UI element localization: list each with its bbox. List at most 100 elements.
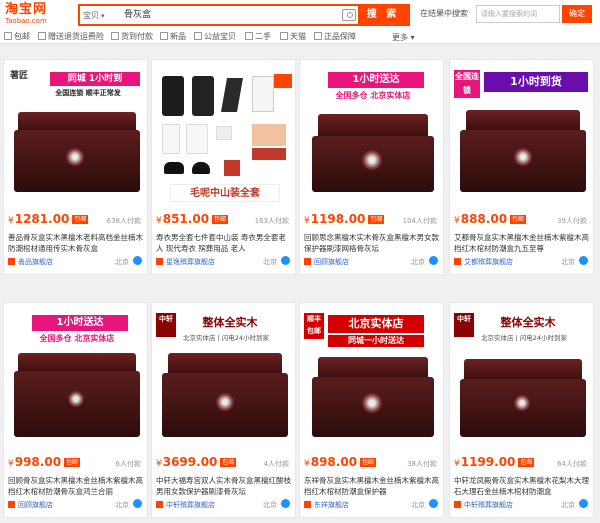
in-results-label: 在结果中搜索	[420, 9, 468, 18]
product-banner: 整体全实木	[202, 316, 258, 329]
camera-icon[interactable]	[342, 9, 356, 21]
filter-charity[interactable]: 公益宝贝	[194, 32, 236, 42]
wangwang-chat-icon[interactable]	[281, 256, 290, 265]
filter-tmall[interactable]: 天猫	[280, 32, 306, 42]
product-image[interactable]: 毛呢中山装全套	[156, 70, 293, 207]
wangwang-chat-icon[interactable]	[133, 256, 142, 265]
location: 北京	[115, 258, 129, 266]
shop-link[interactable]: 中轩殡葬旗舰店	[156, 500, 215, 510]
wangwang-chat-icon[interactable]	[579, 256, 588, 265]
product-corner-tag: 著匠	[8, 70, 30, 100]
product-image[interactable]: 顺丰包邮 北京实体店 同城一小时送达	[304, 313, 441, 450]
search-button[interactable]: 搜 索	[358, 6, 408, 24]
product-card[interactable]: 中轩 整体全实木 北京实体店 | 闪电24小时到家 ¥3699.00 包邮 4人付…	[151, 302, 296, 518]
filter-genuine[interactable]: 正品保障	[314, 32, 356, 42]
shop-icon	[304, 258, 311, 265]
shop-icon	[454, 501, 461, 508]
shop-link[interactable]: 中轩殡葬旗舰店	[454, 500, 513, 510]
filter-cod[interactable]: 货到付款	[111, 32, 153, 42]
wangwang-chat-icon[interactable]	[133, 499, 142, 508]
product-title[interactable]: 艾都骨灰盒实木黑檀木金丝楠木紫檀木高档红木棺材防潮盒九五至尊	[454, 232, 591, 254]
wangwang-chat-icon[interactable]	[429, 256, 438, 265]
product-image[interactable]: 1小时送达 全国多仓 北京实体店	[304, 70, 441, 207]
product-title[interactable]: 回顾骨灰盒实木黑檀木金丝楠木紫檀木高档红木棺材防潮骨灰盒鸿兰合丽	[8, 475, 145, 497]
location: 北京	[411, 501, 425, 509]
product-image[interactable]: 中轩 整体全实木 北京实体店 | 闪电24小时到家	[156, 313, 293, 450]
filter-return-insurance[interactable]: 赠送退货运费险	[38, 32, 104, 42]
coffin-lid	[168, 353, 282, 375]
product-title[interactable]: 善品骨灰盒实木黑檀木老料高档金丝楠木防潮棺材通用传实木骨灰盒	[8, 232, 145, 254]
product-title[interactable]: 寿衣男全套七件套中山装 寿衣男全套老人 现代寿衣 殡葬用品 老人	[156, 232, 293, 254]
product-image[interactable]: 著匠 同城 1小时到 全国连锁 顺丰正常发	[8, 70, 145, 207]
location: 北京	[561, 258, 575, 266]
product-banner: 毛呢中山装全套	[170, 184, 280, 202]
product-card[interactable]: 1小时送达 全国多仓 北京实体店 ¥1198.00 包邮 104人付款 回顾思念黑…	[299, 59, 444, 275]
location: 北京	[411, 258, 425, 266]
more-filters-button[interactable]: 更多 ▾	[392, 32, 415, 43]
product-image[interactable]: 全国连锁 1小时到货	[454, 70, 591, 207]
filter-free-shipping[interactable]: 包邮	[4, 32, 30, 42]
product-title[interactable]: 东祥骨灰盒实木黑檀木金丝楠木紫檀木高档红木棺材防潮盒保护器	[304, 475, 441, 497]
shop-name: 善品旗舰店	[18, 258, 53, 266]
product-subbanner: 同城一小时送达	[328, 335, 424, 347]
shop-link[interactable]: 星逸殡葬旗舰店	[156, 257, 215, 267]
coffin-lid	[318, 114, 428, 138]
product-card[interactable]: 中轩 整体全实木 北京实体店 | 闪电24小时到家 ¥1199.00 包邮 64人…	[449, 302, 594, 518]
shop-link[interactable]: 东祥旗舰店	[304, 500, 349, 510]
product-card[interactable]: 1小时送达 全国多仓 北京实体店 ¥998.00 包邮 6人付款 回顾骨灰盒实木黑…	[3, 302, 148, 518]
product-subbanner: 北京实体店 | 闪电24小时到家	[182, 334, 270, 342]
confirm-button[interactable]: 确定	[562, 5, 592, 23]
price-value: 1198.00	[310, 212, 366, 226]
paid-count: 4人付款	[263, 460, 289, 468]
search-input[interactable]: 骨灰盒	[124, 6, 151, 24]
product-card[interactable]: 毛呢中山装全套 ¥851.00 包邮 163人付款 寿衣男全套七件套中山装 寿衣男…	[151, 59, 296, 275]
medal-icon	[68, 391, 84, 407]
product-price: ¥851.00 包邮	[156, 212, 229, 226]
shop-name: 中轩殡葬旗舰店	[166, 501, 215, 509]
paid-count: 6人付款	[115, 460, 141, 468]
wangwang-chat-icon[interactable]	[429, 499, 438, 508]
price-value: 888.00	[460, 212, 508, 226]
product-banner: 1小时到货	[484, 72, 588, 92]
location: 北京	[263, 258, 277, 266]
filter-new[interactable]: 新品	[160, 32, 186, 42]
product-banner: 整体全实木	[500, 316, 556, 329]
checkbox-icon	[111, 32, 119, 40]
shop-icon	[304, 501, 311, 508]
shop-name: 回顾旗舰店	[18, 501, 53, 509]
shop-link[interactable]: 回顾旗舰店	[304, 257, 349, 267]
product-image[interactable]: 1小时送达 全国多仓 北京实体店	[8, 313, 145, 450]
price-value: 3699.00	[162, 455, 218, 469]
more-label: 更多	[392, 33, 408, 42]
product-image[interactable]: 中轩 整体全实木 北京实体店 | 闪电24小时到家	[454, 313, 591, 450]
filter-second-hand[interactable]: 二手	[245, 32, 271, 42]
product-title[interactable]: 回顾思念黑檀木实木骨灰盒黑檀木男女款保护器刷漆网格骨灰坛	[304, 232, 441, 254]
shop-icon	[8, 501, 15, 508]
product-price: ¥898.00 包邮	[304, 455, 377, 469]
price-value: 1199.00	[460, 455, 516, 469]
shop-name: 艾都殡葬旗舰店	[464, 258, 513, 266]
shop-link[interactable]: 善品旗舰店	[8, 257, 53, 267]
shop-name: 中轩殡葬旗舰店	[464, 501, 513, 509]
taobao-logo[interactable]: 淘宝网 Taobao.com	[5, 2, 67, 28]
product-card[interactable]: 全国连锁 1小时到货 ¥888.00 包邮 39人付款 艾都骨灰盒实木黑檀木金丝楠…	[449, 59, 594, 275]
product-title[interactable]: 中轩大福寿宫双人实木骨灰盒黑檀红酸枝男用女款保护器刷漆骨灰坛	[156, 475, 293, 497]
shop-link[interactable]: 回顾旗舰店	[8, 500, 53, 510]
product-subbanner: 全国多仓 北京实体店	[39, 334, 115, 343]
product-card[interactable]: 顺丰包邮 北京实体店 同城一小时送达 ¥898.00 包邮 38人付款 东祥骨灰盒…	[299, 302, 444, 518]
in-results-input[interactable]: 请输入要搜索的词	[476, 5, 560, 23]
filter-label: 货到付款	[121, 32, 153, 41]
wangwang-chat-icon[interactable]	[281, 499, 290, 508]
jacket-icon	[162, 76, 184, 116]
paid-count: 64人付款	[557, 460, 587, 468]
product-title[interactable]: 中轩龙凤殿骨灰盒实木黑檀木花梨木大理石大理石金丝楠木棺材防潮盒	[454, 475, 591, 497]
wangwang-chat-icon[interactable]	[579, 499, 588, 508]
product-card[interactable]: 著匠 同城 1小时到 全国连锁 顺丰正常发 ¥1281.00 包邮 638人付款 …	[3, 59, 148, 275]
category-select[interactable]: 宝贝 ▾	[83, 9, 123, 23]
filter-label: 天猫	[290, 32, 306, 41]
shop-link[interactable]: 艾都殡葬旗舰店	[454, 257, 513, 267]
garment-icon	[162, 124, 180, 154]
product-price: ¥1281.00 包邮	[8, 212, 89, 226]
product-subbanner: 全国连锁 顺丰正常发	[55, 89, 121, 97]
category-label: 宝贝	[83, 11, 99, 20]
